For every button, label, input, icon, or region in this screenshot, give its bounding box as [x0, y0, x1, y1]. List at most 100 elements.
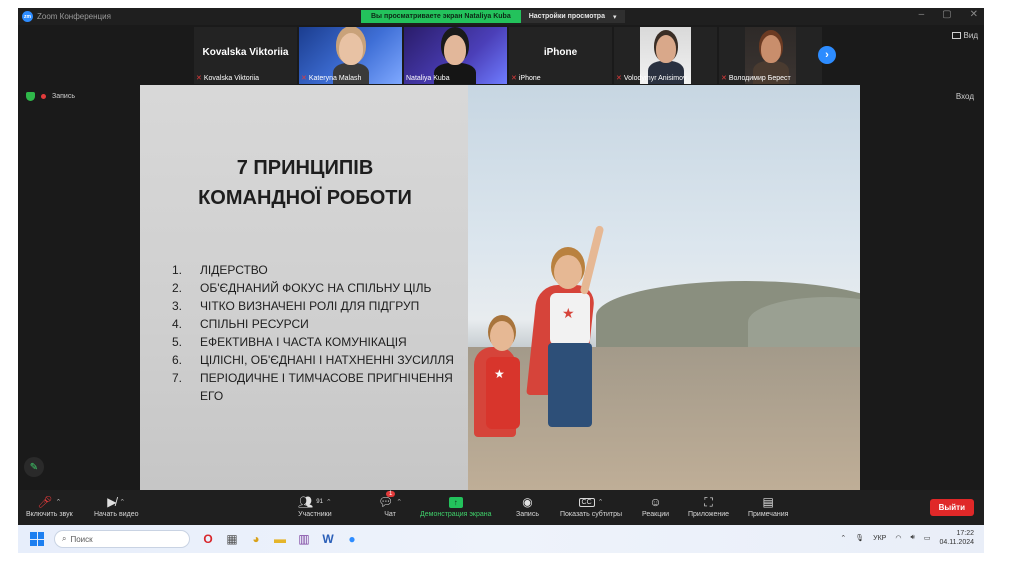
photo-pants: [548, 343, 592, 427]
chat-unread-badge: 1: [386, 491, 396, 497]
view-button[interactable]: Вид: [951, 31, 978, 40]
video-face: [444, 35, 466, 65]
winrar-icon[interactable]: ▥: [296, 531, 312, 547]
participants-button[interactable]: 👥︎ 91 ⌃ Участники: [298, 493, 332, 518]
star-icon: ★: [562, 305, 575, 321]
view-options-button[interactable]: Настройки просмотра ▾: [520, 10, 625, 23]
record-label: Запись: [516, 511, 539, 518]
apps-icon: ⛶: [704, 494, 713, 509]
principle-number: 6.: [172, 353, 183, 367]
record-icon: ◉: [522, 495, 533, 509]
participant-label: Nataliya Kuba: [406, 75, 450, 82]
file-explorer-icon[interactable]: ▬: [272, 531, 288, 547]
record-dot-icon: [41, 94, 46, 99]
principle-number: 2.: [172, 281, 183, 295]
view-options-label: Настройки просмотра: [528, 13, 605, 20]
principle-item: 2. ОБ'ЄДНАНИЙ ФОКУС НА СПІЛЬНУ ЦІЛЬ: [172, 279, 472, 297]
chat-label: Чат: [384, 511, 396, 518]
unmute-button[interactable]: 🎤︎ ⌃ Включить звук: [26, 493, 73, 518]
principle-number: 3.: [172, 299, 183, 313]
minimize-icon[interactable]: –: [919, 9, 925, 20]
next-page-icon[interactable]: ›: [818, 46, 836, 64]
principle-item: 6. ЦІЛІСНІ, ОБ'ЄДНАНІ І НАТХНЕННІ ЗУСИЛЛЯ: [172, 351, 472, 369]
participant-tile[interactable]: iPhone ✕ iPhone: [509, 27, 612, 84]
apps-button[interactable]: ⛶ Приложение: [688, 493, 730, 519]
notes-icon: ▤: [762, 495, 774, 509]
zoom-taskbar-icon[interactable]: ●: [344, 531, 360, 547]
chevron-up-icon[interactable]: ⌃: [840, 534, 846, 542]
language-indicator[interactable]: УКР: [873, 535, 886, 542]
system-tray: ⌃ 🎙︎ УКР ◠ 🔊︎ ▭ 17:22 04.11.2024: [840, 529, 974, 547]
word-icon[interactable]: W: [320, 531, 336, 547]
wifi-icon[interactable]: ◠: [895, 534, 901, 542]
video-face: [656, 35, 676, 63]
principle-text: ПЕРІОДИЧНЕ І ТИМЧАСОВЕ ПРИГНІЧЕННЯ ЕГО: [200, 371, 453, 403]
windows-start-icon[interactable]: [30, 532, 44, 546]
captions-icon: CC: [578, 497, 595, 507]
star-icon: ★: [494, 367, 505, 381]
record-button[interactable]: ◉ Запись: [516, 493, 539, 518]
start-video-label: Начать видео: [94, 511, 139, 518]
restore-icon[interactable]: ▢: [942, 9, 951, 20]
participant-label: ✕ iPhone: [511, 74, 541, 83]
principle-number: 4.: [172, 317, 183, 331]
microphone-icon[interactable]: 🎙︎: [855, 534, 864, 542]
chrome-icon[interactable]: ◕: [248, 531, 264, 547]
principle-item: 1. ЛІДЕРСТВО: [172, 261, 472, 279]
principle-number: 1.: [172, 263, 183, 277]
principle-text: ЦІЛІСНІ, ОБ'ЄДНАНІ І НАТХНЕННІ ЗУСИЛЛЯ: [200, 353, 454, 367]
participant-tile[interactable]: Kovalska Viktoriia ✕ Kovalska Viktoriia: [194, 27, 297, 84]
participant-tile[interactable]: ✕ Володимир Берест: [719, 27, 822, 84]
volume-icon[interactable]: 🔊︎: [910, 534, 914, 542]
chat-button[interactable]: 💬︎ 1 ⌃ Чат: [378, 491, 402, 518]
meeting-area: Kovalska Viktoriia ✕ Kovalska Viktoriia …: [18, 25, 984, 525]
participant-label-text: Nataliya Kuba: [406, 75, 450, 82]
start-video-button[interactable]: ▶︎̸ ⌃ Начать видео: [94, 493, 138, 518]
chevron-up-icon[interactable]: ⌃: [56, 498, 62, 506]
chevron-up-icon[interactable]: ⌃: [326, 498, 332, 506]
principles-list: 1. ЛІДЕРСТВО 2. ОБ'ЄДНАНИЙ ФОКУС НА СПІЛЬНУ…: [172, 261, 472, 405]
participants-label: Участники: [298, 511, 332, 518]
principle-number: 7.: [172, 371, 183, 385]
mic-muted-icon: 🎤︎: [37, 495, 53, 509]
taskbar-search-input[interactable]: ⌕ Поиск: [54, 530, 190, 548]
captions-label: Показать субтитры: [560, 511, 623, 518]
chevron-up-icon[interactable]: ⌃: [598, 498, 604, 506]
calculator-icon[interactable]: ▦: [224, 531, 240, 547]
principle-item: 3. ЧІТКО ВИЗНАЧЕНІ РОЛІ ДЛЯ ПІДГРУП: [172, 297, 472, 315]
zoom-logo-icon: zm: [22, 11, 33, 22]
principle-item: 4. СПІЛЬНІ РЕСУРСИ: [172, 315, 472, 333]
mic-off-icon: ✕: [616, 75, 622, 82]
annotate-pencil-icon[interactable]: ✎: [24, 457, 44, 477]
view-button-label: Вид: [963, 31, 978, 40]
clock[interactable]: 17:22 04.11.2024: [939, 529, 974, 547]
photo-beach: [468, 347, 860, 490]
shield-icon: [26, 92, 35, 101]
participant-tile[interactable]: ✕ Volodymyr Anisimov: [614, 27, 717, 84]
participant-tile[interactable]: ✕ Kateryna Malash: [299, 27, 402, 84]
share-screen-button[interactable]: ↑ Демонстрация экрана: [420, 493, 492, 518]
participant-tile-active-speaker[interactable]: Nataliya Kuba: [404, 27, 507, 84]
mic-off-icon: ✕: [511, 75, 517, 82]
opera-icon[interactable]: O: [200, 531, 216, 547]
close-icon[interactable]: ✕: [970, 9, 978, 20]
chat-icon: 💬︎: [378, 495, 394, 509]
chevron-up-icon[interactable]: ⌃: [119, 498, 125, 506]
slide-photo-superhero-kids: ★ ★: [468, 85, 860, 490]
show-captions-button[interactable]: CC ⌃ Показать субтитры: [560, 493, 622, 518]
grid-view-icon: [951, 32, 961, 39]
principle-number: 5.: [172, 335, 183, 349]
apps-label: Приложение: [688, 511, 730, 518]
exit-fullscreen-button[interactable]: Вход: [956, 92, 974, 101]
participant-label-text: iPhone: [518, 74, 541, 82]
mic-off-icon: ✕: [721, 75, 727, 82]
slide-text-panel: 7 ПРИНЦИПІВ КОМАНДНОЇ РОБОТИ 1. ЛІДЕРСТВО…: [140, 85, 468, 490]
notes-button[interactable]: ▤ Примечания: [748, 493, 788, 518]
chevron-up-icon[interactable]: ⌃: [396, 498, 402, 506]
principle-text: ОБ'ЄДНАНИЙ ФОКУС НА СПІЛЬНУ ЦІЛЬ: [200, 281, 432, 295]
battery-icon[interactable]: ▭: [924, 534, 931, 542]
participants-count: 91: [316, 499, 323, 505]
leave-button[interactable]: Выйти: [929, 499, 974, 516]
reactions-label: Реакции: [642, 511, 670, 518]
reactions-button[interactable]: ☺ Реакции: [642, 493, 669, 518]
